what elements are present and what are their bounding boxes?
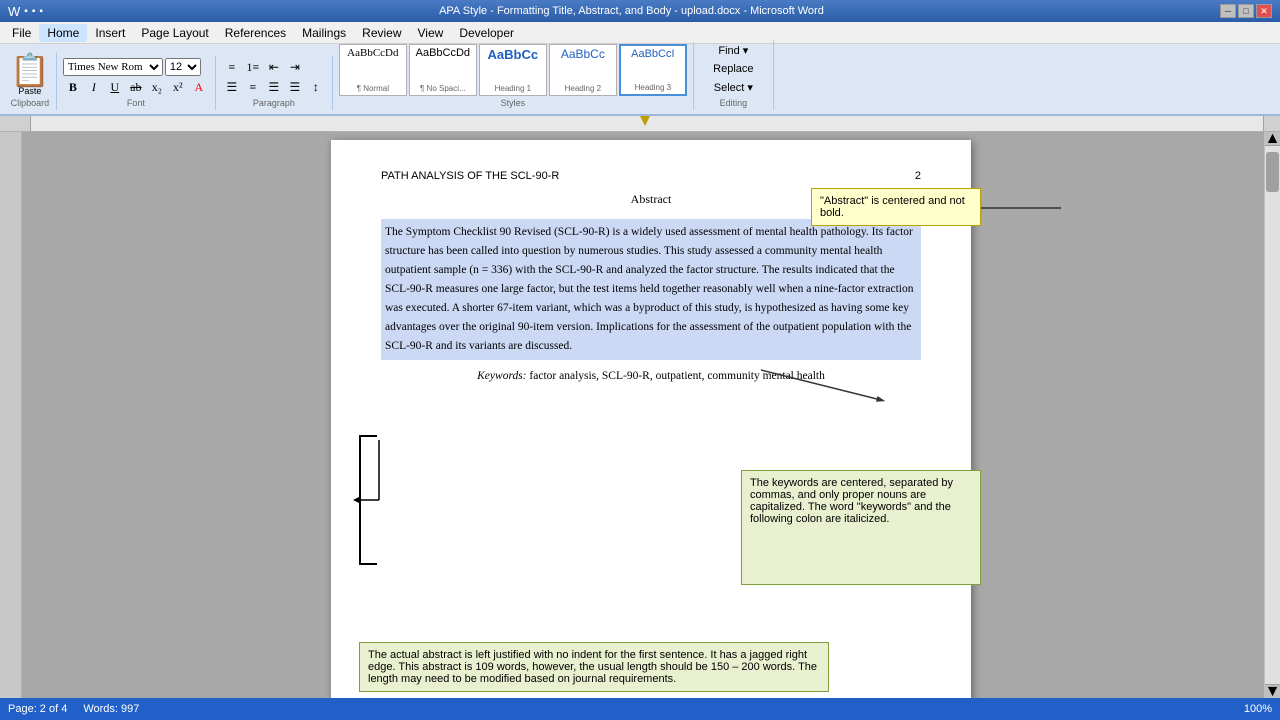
menu-review[interactable]: Review	[354, 24, 409, 42]
ruler	[0, 116, 1280, 132]
page-number: 2	[915, 170, 921, 182]
menu-mailings[interactable]: Mailings	[294, 24, 354, 42]
status-right: 100%	[1244, 703, 1272, 715]
style-no-spacing[interactable]: AaBbCcDd ¶ No Spaci...	[409, 44, 477, 96]
paragraph-label: Paragraph	[253, 98, 295, 108]
menu-references[interactable]: References	[217, 24, 294, 42]
font-group: Times New Rom 12 B I U ab x₂ x² A Font	[57, 56, 216, 110]
numbering-button[interactable]: 1≡	[243, 58, 263, 76]
bracket-arrow	[359, 440, 389, 540]
document-area[interactable]: PATH ANALYSIS OF THE SCL-90-R 2 Abstract	[22, 132, 1280, 698]
paste-button[interactable]: 📋 Paste	[10, 54, 50, 96]
styles-label: Styles	[501, 98, 526, 108]
menu-view[interactable]: View	[410, 24, 452, 42]
maximize-button[interactable]: □	[1238, 4, 1254, 18]
window-controls[interactable]: ─ □ ✕	[1220, 4, 1272, 18]
font-color-button[interactable]: A	[189, 78, 209, 96]
align-left-button[interactable]: ☰	[222, 78, 242, 96]
editing-label: Editing	[720, 98, 748, 108]
left-margin	[0, 132, 22, 698]
menu-page-layout[interactable]: Page Layout	[133, 24, 216, 42]
menu-file[interactable]: File	[4, 24, 39, 42]
style-heading2[interactable]: AaBbCc Heading 2	[549, 44, 617, 96]
find-button[interactable]: Find ▾	[709, 42, 757, 59]
running-head: PATH ANALYSIS OF THE SCL-90-R	[381, 170, 559, 182]
underline-button[interactable]: U	[105, 78, 125, 96]
menu-insert[interactable]: Insert	[87, 24, 133, 42]
strikethrough-button[interactable]: ab	[126, 78, 146, 96]
clipboard-group: 📋 Paste Clipboard	[4, 52, 57, 110]
vertical-scrollbar[interactable]: ▲ ▼	[1264, 132, 1280, 698]
bullets-button[interactable]: ≡	[222, 58, 242, 76]
status-bar: Page: 2 of 4 Words: 997 100%	[0, 698, 1280, 720]
keywords-label: Keywords:	[477, 370, 526, 382]
abstract-body[interactable]: The Symptom Checklist 90 Revised (SCL-90…	[381, 219, 921, 360]
zoom-level: 100%	[1244, 703, 1272, 715]
font-size-selector[interactable]: 12	[165, 58, 201, 76]
font-selector[interactable]: Times New Rom	[63, 58, 163, 76]
menu-home[interactable]: Home	[39, 24, 87, 42]
scroll-down-button[interactable]: ▼	[1265, 684, 1280, 698]
callout-bottom: The actual abstract is left justified wi…	[359, 642, 829, 692]
callout-abstract: "Abstract" is centered and not bold.	[811, 188, 981, 226]
page: PATH ANALYSIS OF THE SCL-90-R 2 Abstract	[331, 140, 971, 698]
align-center-button[interactable]: ≡	[243, 78, 263, 96]
italic-button[interactable]: I	[84, 78, 104, 96]
style-heading3[interactable]: AaBbCcI Heading 3	[619, 44, 687, 96]
styles-group: AaBbCcDd ¶ Normal AaBbCcDd ¶ No Spaci...…	[333, 42, 694, 110]
close-button[interactable]: ✕	[1256, 4, 1272, 18]
select-button[interactable]: Select ▾	[709, 79, 757, 96]
scroll-thumb[interactable]	[1266, 152, 1279, 192]
editing-group: Find ▾ Replace Select ▾ Editing	[694, 40, 774, 110]
menu-bar: File Home Insert Page Layout References …	[0, 22, 1280, 44]
window-title: APA Style - Formatting Title, Abstract, …	[43, 5, 1220, 17]
superscript-button[interactable]: x²	[168, 78, 188, 96]
subscript-button[interactable]: x₂	[147, 78, 167, 96]
paragraph-group: ≡ 1≡ ⇤ ⇥ ☰ ≡ ☰ ☰ ↕ Paragraph	[216, 56, 333, 110]
word-count: Words: 997	[83, 703, 139, 715]
clipboard-label: Clipboard	[11, 98, 50, 108]
scroll-up-button[interactable]: ▲	[1265, 132, 1280, 146]
menu-developer[interactable]: Developer	[451, 24, 522, 42]
font-label: Font	[127, 98, 145, 108]
keywords-text: factor analysis, SCL-90-R, outpatient, c…	[529, 370, 824, 382]
line-spacing-button[interactable]: ↕	[306, 78, 326, 96]
ribbon: 📋 Paste Clipboard Times New Rom 12 B	[0, 44, 1280, 116]
title-bar: W ▪ ▪ ▪ APA Style - Formatting Title, Ab…	[0, 0, 1280, 22]
page-status: Page: 2 of 4	[8, 703, 67, 715]
callout-keywords: The keywords are centered, separated by …	[741, 470, 981, 585]
indent-left-button[interactable]: ⇤	[264, 58, 284, 76]
justify-button[interactable]: ☰	[285, 78, 305, 96]
style-heading1[interactable]: AaBbCc Heading 1	[479, 44, 547, 96]
content-area: PATH ANALYSIS OF THE SCL-90-R 2 Abstract	[0, 132, 1280, 698]
page-header: PATH ANALYSIS OF THE SCL-90-R 2	[381, 170, 921, 182]
bold-button[interactable]: B	[63, 78, 83, 96]
replace-button[interactable]: Replace	[709, 61, 757, 77]
style-normal[interactable]: AaBbCcDd ¶ Normal	[339, 44, 407, 96]
align-right-button[interactable]: ☰	[264, 78, 284, 96]
minimize-button[interactable]: ─	[1220, 4, 1236, 18]
indent-right-button[interactable]: ⇥	[285, 58, 305, 76]
keywords-line: Keywords: factor analysis, SCL-90-R, out…	[381, 370, 921, 382]
